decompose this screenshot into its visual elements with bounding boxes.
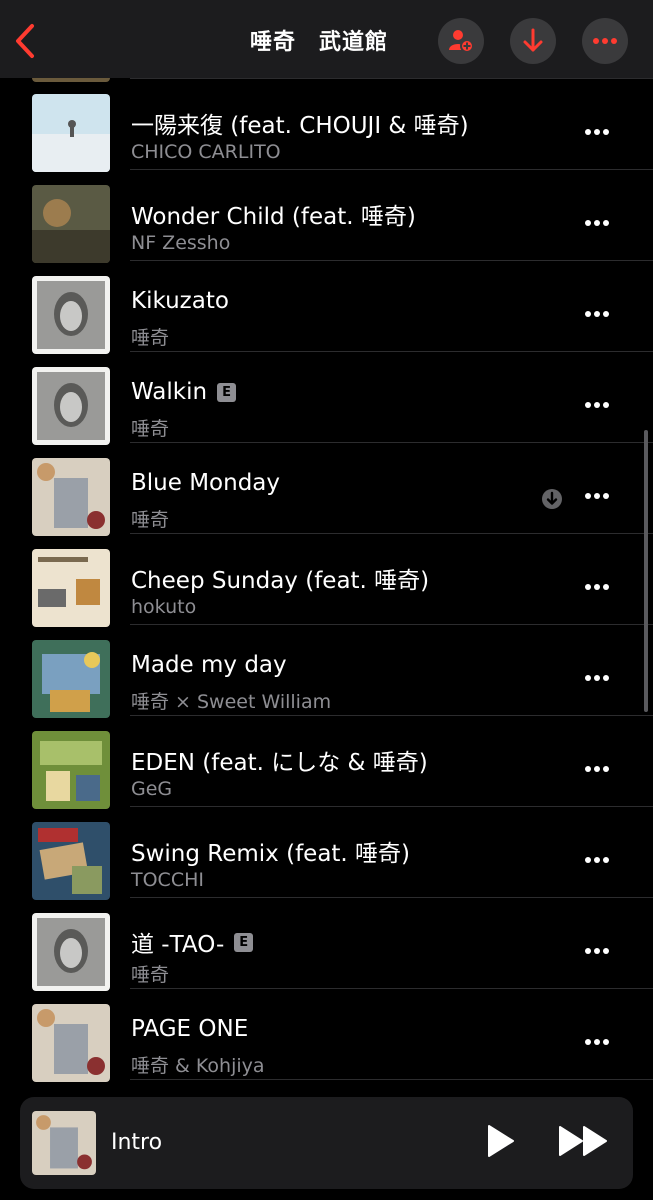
album-art xyxy=(32,94,110,172)
track-artist: TOCCHI xyxy=(131,869,204,891)
scrollbar[interactable] xyxy=(644,430,648,712)
album-art xyxy=(32,1004,110,1082)
page-title: 唾奇 武道館 xyxy=(250,30,389,55)
album-art xyxy=(32,458,110,536)
track-artist: 唾奇 × Sweet William xyxy=(131,691,332,713)
album-art xyxy=(32,822,110,900)
navigation-bar: 唾奇 武道館 xyxy=(0,0,653,78)
album-art xyxy=(32,913,110,991)
track-row[interactable]: PAGE ONE 唾奇 & Kohjiya xyxy=(0,988,653,1082)
track-title: EDEN (feat. にしな & 唾奇) xyxy=(131,750,428,776)
track-title: Walkin E xyxy=(131,379,237,405)
track-title: 道 -TAO- E xyxy=(131,925,254,959)
track-row[interactable]: 一陽来復 (feat. CHOUJI & 唾奇) CHICO CARLITO xyxy=(0,78,653,172)
track-artist: 唾奇 xyxy=(131,327,170,349)
track-artist: CHICO CARLITO xyxy=(131,141,281,163)
track-row[interactable]: Wonder Child (feat. 唾奇) NF Zessho xyxy=(0,169,653,263)
track-title: Cheep Sunday (feat. 唾奇) xyxy=(131,568,430,594)
track-artist: GeG xyxy=(131,778,173,800)
ellipsis-icon[interactable] xyxy=(584,765,610,773)
track-title-text: Walkin xyxy=(131,379,208,405)
now-playing-art xyxy=(32,1111,96,1175)
track-row[interactable]: 道 -TAO- E 唾奇 xyxy=(0,897,653,991)
album-art xyxy=(32,276,110,354)
album-art xyxy=(32,731,110,809)
ellipsis-icon[interactable] xyxy=(584,401,610,409)
track-list: 一陽来復 (feat. CHOUJI & 唾奇) CHICO CARLITO W… xyxy=(0,78,653,1170)
track-title: Swing Remix (feat. 唾奇) xyxy=(131,841,411,867)
album-art xyxy=(32,367,110,445)
track-row[interactable]: Kikuzato 唾奇 xyxy=(0,260,653,354)
track-artist: 唾奇 xyxy=(131,418,170,440)
mini-player[interactable]: Intro xyxy=(20,1097,633,1189)
add-collaborator-button[interactable] xyxy=(438,18,484,64)
download-button[interactable] xyxy=(510,18,556,64)
explicit-badge: E xyxy=(217,382,237,402)
track-artist: 唾奇 & Kohjiya xyxy=(131,1055,265,1077)
now-playing-title: Intro xyxy=(111,1130,163,1155)
track-row[interactable]: Made my day 唾奇 × Sweet William xyxy=(0,624,653,718)
arrow-down-icon xyxy=(523,28,543,52)
track-row[interactable]: Swing Remix (feat. 唾奇) TOCCHI xyxy=(0,806,653,900)
ellipsis-icon xyxy=(593,38,617,44)
track-title: Blue Monday xyxy=(131,470,281,496)
track-artist: 唾奇 xyxy=(131,509,170,531)
track-title: PAGE ONE xyxy=(131,1016,249,1042)
track-artist: hokuto xyxy=(131,596,197,618)
track-title: 一陽来復 (feat. CHOUJI & 唾奇) xyxy=(131,113,469,139)
explicit-badge: E xyxy=(234,932,254,952)
ellipsis-icon[interactable] xyxy=(584,856,610,864)
album-art xyxy=(32,549,110,627)
track-artist: 唾奇 xyxy=(131,964,170,986)
track-title: Wonder Child (feat. 唾奇) xyxy=(131,204,416,230)
person-add-icon xyxy=(449,30,474,53)
track-title: Made my day xyxy=(131,652,287,678)
ellipsis-icon[interactable] xyxy=(584,219,610,227)
track-row[interactable]: Walkin E 唾奇 xyxy=(0,351,653,445)
ellipsis-icon[interactable] xyxy=(584,128,610,136)
ellipsis-icon[interactable] xyxy=(584,492,610,500)
chevron-left-icon[interactable] xyxy=(10,20,40,62)
track-title-text: 道 -TAO- xyxy=(131,932,225,958)
fast-forward-icon[interactable] xyxy=(558,1123,610,1159)
ellipsis-icon[interactable] xyxy=(584,310,610,318)
ellipsis-icon[interactable] xyxy=(584,1038,610,1046)
track-artist: NF Zessho xyxy=(131,232,231,254)
ellipsis-icon[interactable] xyxy=(584,947,610,955)
download-indicator-icon[interactable] xyxy=(541,488,563,510)
album-art xyxy=(32,640,110,718)
album-art xyxy=(32,185,110,263)
track-row[interactable]: EDEN (feat. にしな & 唾奇) GeG xyxy=(0,715,653,809)
track-row[interactable]: Cheep Sunday (feat. 唾奇) hokuto xyxy=(0,533,653,627)
ellipsis-icon[interactable] xyxy=(584,583,610,591)
more-options-button[interactable] xyxy=(582,18,628,64)
track-title: Kikuzato xyxy=(131,288,229,314)
ellipsis-icon[interactable] xyxy=(584,674,610,682)
play-icon[interactable] xyxy=(486,1123,516,1159)
